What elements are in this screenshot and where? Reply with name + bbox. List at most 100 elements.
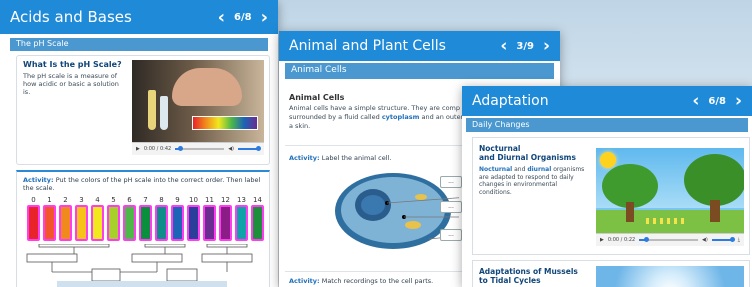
ph-color-swatch[interactable] bbox=[251, 205, 264, 241]
ph-video-time: 0:00 / 0:42 bbox=[143, 146, 172, 152]
cells-activity2-text: Activity: Match recordings to the cell p… bbox=[289, 277, 433, 285]
volume-slider[interactable] bbox=[711, 237, 735, 242]
cells-page-indicator: 3/9 bbox=[516, 40, 534, 52]
next-arrow-icon[interactable]: › bbox=[543, 36, 550, 56]
cells-section-header: Animal Cells bbox=[285, 63, 554, 79]
adapt-heading2: Adaptations of Mussels to Tidal Cycles bbox=[479, 267, 578, 285]
ph-scale-number: 3 bbox=[79, 196, 84, 204]
ph-strip-chart bbox=[192, 116, 258, 130]
adapt-page-indicator: 6/8 bbox=[708, 95, 726, 107]
bracket-label-box bbox=[131, 253, 183, 263]
ph-scale-number: 4 bbox=[95, 196, 100, 204]
ph-color-swatch[interactable] bbox=[59, 205, 72, 241]
bracket-label-box bbox=[91, 268, 121, 282]
cells-pagination: ‹ 3/9 › bbox=[500, 36, 550, 56]
bracket-label-box bbox=[206, 244, 248, 248]
adapt-heading2-line: to Tidal Cycles bbox=[479, 276, 541, 285]
cytoplasm-keyword: cytoplasm bbox=[381, 113, 420, 121]
volume-slider[interactable] bbox=[238, 146, 261, 151]
adapt-card: Adaptation ‹ 6/8 › Daily Changes Nocturn… bbox=[462, 86, 752, 287]
cells-heading: Animal Cells bbox=[289, 93, 345, 102]
adapt-title: Adaptation bbox=[472, 93, 549, 109]
download-icon[interactable]: ⤓ bbox=[738, 237, 740, 243]
tree-trunk bbox=[710, 200, 720, 222]
next-arrow-icon[interactable]: › bbox=[735, 91, 742, 111]
ph-scale-number: 0 bbox=[31, 196, 36, 204]
test-tube bbox=[160, 96, 168, 130]
adapt-video-time: 0:00 / 0:22 bbox=[607, 237, 636, 243]
sun-icon bbox=[600, 152, 616, 168]
bracket-label-box bbox=[166, 268, 198, 282]
ph-scale-number: 10 bbox=[189, 196, 198, 204]
mussels-video-thumbnail[interactable] bbox=[596, 266, 744, 287]
diurnal-keyword: diurnal bbox=[527, 166, 552, 173]
adapt-media-bar: ▶ 0:00 / 0:22 ◀) ⤓ bbox=[596, 233, 744, 246]
activity-label: Activity: bbox=[289, 154, 320, 162]
ph-heading: What Is the pH Scale? bbox=[23, 60, 122, 69]
nocturnal-keyword: Nocturnal bbox=[479, 166, 513, 173]
ph-card: Acids and Bases ‹ 6/8 › The pH Scale Wha… bbox=[0, 0, 278, 287]
cells-body-text: and an outer bbox=[421, 113, 464, 121]
ph-color-swatch[interactable] bbox=[43, 205, 56, 241]
ph-video[interactable]: ▶ 0:00 / 0:42 ◀) bbox=[132, 60, 264, 155]
ph-page-indicator: 6/8 bbox=[234, 11, 252, 23]
volume-icon[interactable]: ◀) bbox=[702, 237, 708, 243]
ph-scale-number: 5 bbox=[111, 196, 116, 204]
ph-color-swatch[interactable] bbox=[203, 205, 216, 241]
ph-color-swatch[interactable] bbox=[139, 205, 152, 241]
volume-icon[interactable]: ◀) bbox=[228, 146, 234, 152]
prev-arrow-icon[interactable]: ‹ bbox=[692, 91, 699, 111]
ph-scale-number: 1 bbox=[47, 196, 52, 204]
activity-label: Activity: bbox=[23, 176, 54, 184]
cell-label-box[interactable]: ... bbox=[440, 176, 462, 188]
seek-bar[interactable] bbox=[639, 237, 698, 242]
ph-color-swatch[interactable] bbox=[219, 205, 232, 241]
ph-color-swatch[interactable] bbox=[75, 205, 88, 241]
ph-color-swatch[interactable] bbox=[27, 205, 40, 241]
tree-canopy bbox=[684, 154, 744, 206]
ph-color-swatch[interactable] bbox=[107, 205, 120, 241]
ph-color-swatch[interactable] bbox=[187, 205, 200, 241]
bracket-label-box bbox=[201, 253, 253, 263]
organelle bbox=[405, 221, 421, 229]
prev-arrow-icon[interactable]: ‹ bbox=[500, 36, 507, 56]
cell-label-box[interactable]: ... bbox=[440, 201, 462, 213]
ph-pagination: ‹ 6/8 › bbox=[218, 7, 268, 28]
cells-title: Animal and Plant Cells bbox=[289, 38, 446, 54]
adapt-section-header: Daily Changes bbox=[466, 118, 748, 132]
ph-scale-number: 2 bbox=[63, 196, 68, 204]
play-icon[interactable]: ▶ bbox=[136, 146, 140, 152]
hand-shape bbox=[172, 68, 242, 106]
bracket-label-box bbox=[26, 253, 78, 263]
test-tube bbox=[148, 90, 156, 130]
ph-color-swatch[interactable] bbox=[123, 205, 136, 241]
adapt-titlebar: Adaptation ‹ 6/8 › bbox=[462, 86, 752, 116]
adapt-video[interactable]: ▶ 0:00 / 0:22 ◀) ⤓ bbox=[596, 148, 744, 246]
adapt-body: Nocturnal and diurnal organisms are adap… bbox=[479, 166, 589, 196]
seek-bar[interactable] bbox=[175, 146, 225, 151]
organelle bbox=[415, 194, 427, 200]
cell-label-box[interactable]: ... bbox=[440, 229, 462, 241]
ph-color-swatch[interactable] bbox=[171, 205, 184, 241]
bracket-label-box bbox=[38, 244, 110, 248]
adapt-body-text: and bbox=[514, 166, 526, 173]
activity-instructions: Label the animal cell. bbox=[321, 154, 392, 162]
ph-scale-number: 9 bbox=[175, 196, 180, 204]
play-icon[interactable]: ▶ bbox=[600, 237, 604, 243]
next-arrow-icon[interactable]: › bbox=[261, 7, 268, 28]
ph-swatches bbox=[27, 205, 264, 241]
ph-color-swatch[interactable] bbox=[91, 205, 104, 241]
adapt-panel-2: Adaptations of Mussels to Tidal Cycles bbox=[472, 260, 750, 287]
activity-instructions: Match recordings to the cell parts. bbox=[321, 277, 434, 285]
cells-activity-text: Activity: Label the animal cell. bbox=[289, 154, 391, 162]
ph-scale-number: 6 bbox=[127, 196, 132, 204]
ph-answer-tiles[interactable] bbox=[57, 281, 227, 287]
prev-arrow-icon[interactable]: ‹ bbox=[218, 7, 225, 28]
adapt-heading2-line: Adaptations of Mussels bbox=[479, 267, 578, 276]
ph-scale-number: 7 bbox=[143, 196, 148, 204]
nucleus-inner bbox=[361, 195, 385, 215]
ph-color-swatch[interactable] bbox=[155, 205, 168, 241]
ph-media-bar: ▶ 0:00 / 0:42 ◀) bbox=[132, 142, 264, 155]
ph-color-swatch[interactable] bbox=[235, 205, 248, 241]
adapt-heading-line: and Diurnal Organisms bbox=[479, 153, 576, 162]
